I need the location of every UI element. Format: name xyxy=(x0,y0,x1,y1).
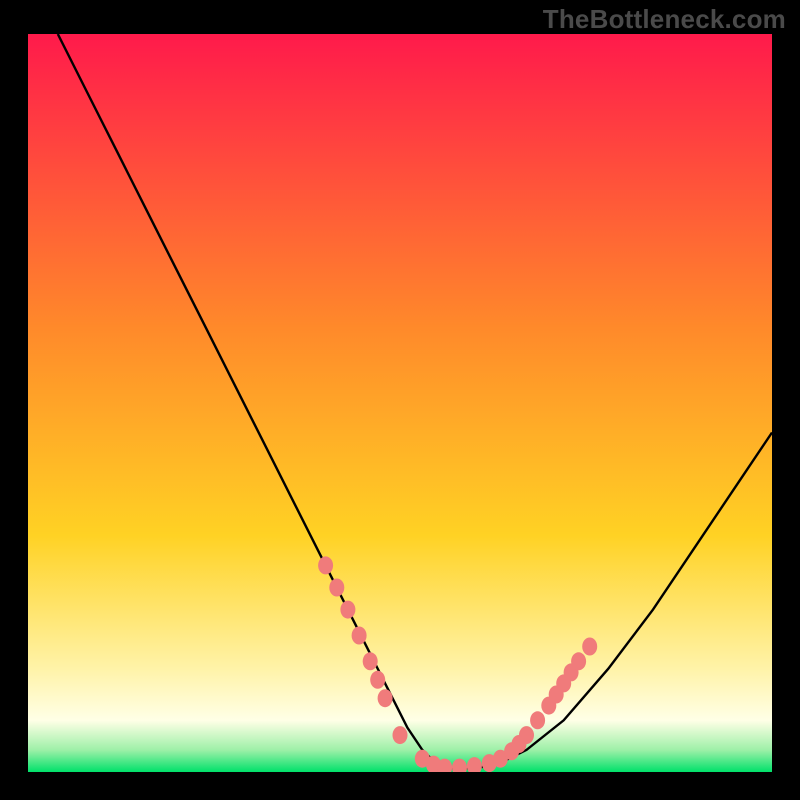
watermark-text: TheBottleneck.com xyxy=(543,4,786,35)
curve-marker xyxy=(582,638,597,656)
curve-marker xyxy=(352,627,367,645)
curve-marker xyxy=(571,652,586,670)
curve-marker xyxy=(329,579,344,597)
curve-marker xyxy=(378,689,393,707)
curve-marker xyxy=(370,671,385,689)
curve-marker xyxy=(393,726,408,744)
curve-marker xyxy=(340,601,355,619)
curve-marker xyxy=(530,711,545,729)
chart-frame: TheBottleneck.com xyxy=(0,0,800,800)
curve-marker xyxy=(363,652,378,670)
chart-background-gradient xyxy=(28,34,772,772)
curve-marker xyxy=(318,556,333,574)
chart-plot-area xyxy=(28,34,772,772)
curve-marker xyxy=(519,726,534,744)
chart-svg xyxy=(28,34,772,772)
